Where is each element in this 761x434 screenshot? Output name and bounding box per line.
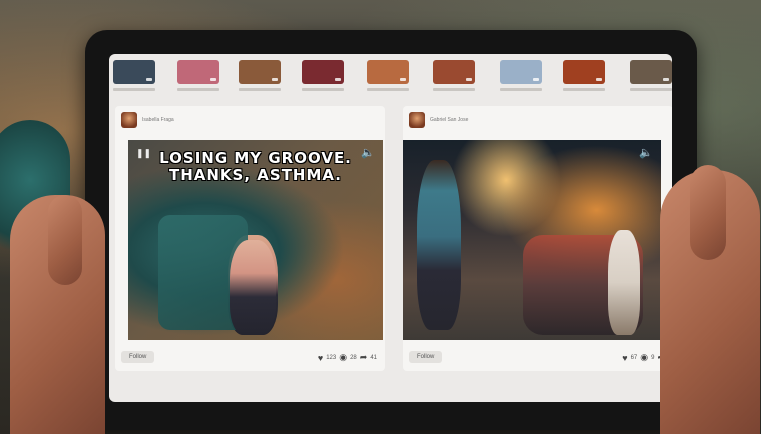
meme-line-2: THANKS, ASTHMA. xyxy=(168,166,342,184)
thumbnail-caption xyxy=(302,88,344,91)
thumbnail[interactable] xyxy=(302,60,344,84)
share-arrow-icon[interactable]: ➦ xyxy=(360,352,368,363)
left-thumb xyxy=(48,195,82,285)
photo-scene: Isabella Fraga LOSING MY GROOVE. THANKS,… xyxy=(0,0,761,434)
avatar[interactable] xyxy=(121,112,137,128)
meme-line-1: LOSING MY GROOVE. xyxy=(159,149,352,167)
like-count: 67 xyxy=(630,354,638,361)
thumbnail-caption xyxy=(367,88,409,91)
comment-count: 9 xyxy=(651,354,655,361)
comment-icon[interactable]: ◉ xyxy=(339,352,347,363)
follow-button[interactable]: Follow xyxy=(409,351,443,363)
thumbnail[interactable] xyxy=(563,60,605,84)
speaker-icon[interactable]: 🔈 xyxy=(639,146,653,159)
speaker-icon[interactable]: 🔈 xyxy=(361,146,375,159)
username[interactable]: Isabella Fraga xyxy=(142,117,174,123)
comment-icon[interactable]: ◉ xyxy=(640,352,648,363)
share-count: 41 xyxy=(370,354,377,361)
dancer-figure xyxy=(417,160,461,330)
post-video[interactable]: 🔈 xyxy=(403,140,661,340)
woman-figure xyxy=(230,240,276,335)
thumbnail-caption xyxy=(500,88,542,91)
post-stats: ♥ 123 ◉ 28 ➦ 41 xyxy=(318,352,377,363)
thumbnail[interactable] xyxy=(433,60,475,84)
thumbnail-caption xyxy=(239,88,281,91)
tablet-screen: Isabella Fraga LOSING MY GROOVE. THANKS,… xyxy=(109,54,672,402)
thumbnail-caption xyxy=(113,88,155,91)
post-card: Gabriel San Jose 🔈 Follow ♥ 67 ◉ 9 ➦ xyxy=(403,106,672,371)
avatar[interactable] xyxy=(409,112,425,128)
thumbnail[interactable] xyxy=(367,60,409,84)
thumbnail[interactable] xyxy=(239,60,281,84)
thumbnail-caption xyxy=(433,88,475,91)
pause-icon[interactable]: ❚❚ xyxy=(136,148,151,159)
thumbnail[interactable] xyxy=(113,60,155,84)
post-video[interactable]: LOSING MY GROOVE. THANKS, ASTHMA. ❚❚ 🔈 xyxy=(128,140,383,340)
post-card: Isabella Fraga LOSING MY GROOVE. THANKS,… xyxy=(115,106,385,371)
thumbnail-caption xyxy=(563,88,605,91)
thumbnail[interactable] xyxy=(500,60,542,84)
heart-icon[interactable]: ♥ xyxy=(318,353,323,363)
thumbnail-strip xyxy=(109,60,672,102)
thumbnail[interactable] xyxy=(630,60,672,84)
meme-caption: LOSING MY GROOVE. THANKS, ASTHMA. xyxy=(128,150,383,184)
post-header: Isabella Fraga xyxy=(121,110,174,130)
right-thumb xyxy=(690,165,726,260)
man-figure xyxy=(608,230,640,335)
username[interactable]: Gabriel San Jose xyxy=(430,117,468,123)
like-count: 123 xyxy=(326,354,337,361)
thumbnail-caption xyxy=(177,88,219,91)
follow-button[interactable]: Follow xyxy=(121,351,155,363)
post-header: Gabriel San Jose xyxy=(409,110,468,130)
thumbnail[interactable] xyxy=(177,60,219,84)
thumbnail-caption xyxy=(630,88,672,91)
heart-icon[interactable]: ♥ xyxy=(622,353,627,363)
tablet-device: Isabella Fraga LOSING MY GROOVE. THANKS,… xyxy=(85,30,697,430)
comment-count: 28 xyxy=(350,354,357,361)
post-stats: ♥ 67 ◉ 9 ➦ xyxy=(622,352,665,363)
